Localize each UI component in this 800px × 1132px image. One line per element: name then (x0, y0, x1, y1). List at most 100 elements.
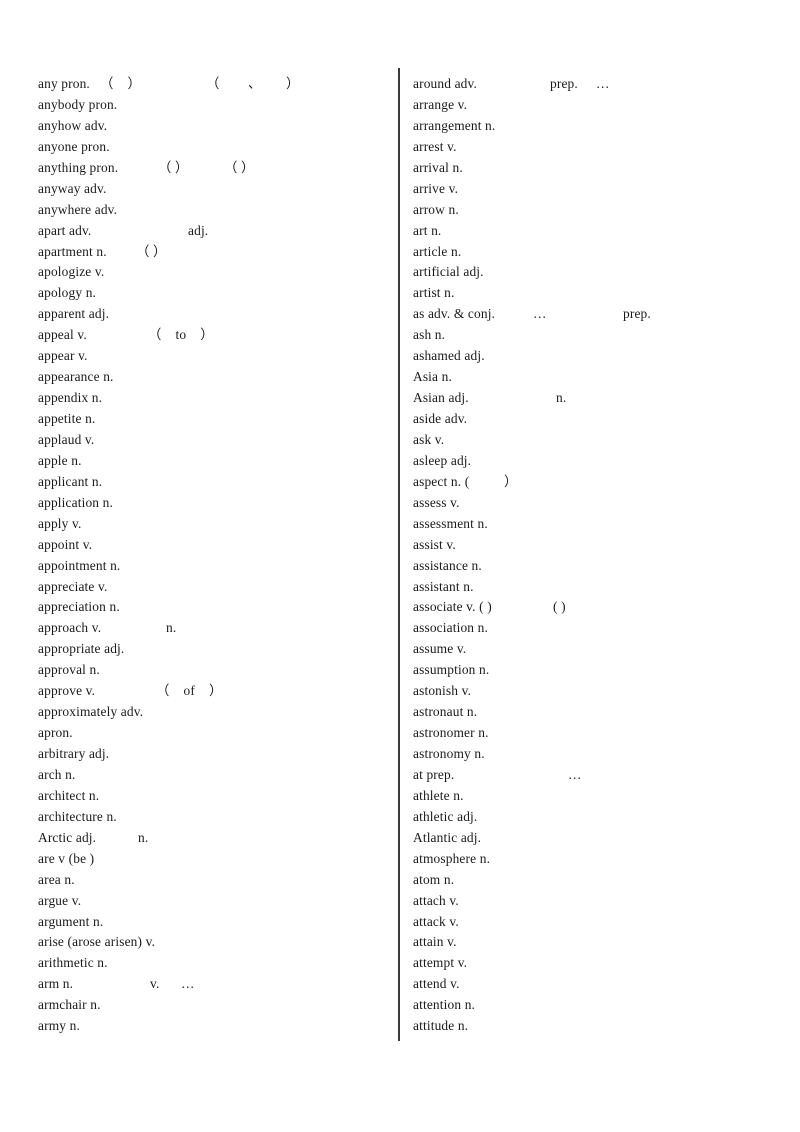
vocabulary-entry: astronaut n. (413, 702, 785, 723)
entry-headword: anybody pron. (38, 96, 118, 112)
vocabulary-entry: approximately adv. (38, 702, 390, 723)
vocabulary-entry: Asia n. (413, 367, 785, 388)
vocabulary-entry: apply v. (38, 514, 390, 535)
vocabulary-entry: any pron. （ ） （ 、 ） (38, 74, 390, 95)
vocabulary-entry: atom n. (413, 870, 785, 891)
entry-headword: appointment n. (38, 557, 121, 573)
entry-headword: Asia n. (413, 369, 452, 385)
vocabulary-entry: appreciation n. (38, 597, 390, 618)
vocabulary-entry: appendix n. (38, 388, 390, 409)
entry-headword: apartment n. (38, 243, 107, 259)
vocabulary-entry: approach v. n. (38, 618, 390, 639)
vocabulary-entry: athlete n. (413, 786, 785, 807)
entry-annotation: n. (138, 829, 149, 845)
vocabulary-entry: are v (be ) (38, 849, 390, 870)
entry-headword: approve v. (38, 683, 96, 699)
entry-headword: argument n. (38, 913, 104, 929)
vocabulary-entry: around adv. prep.… (413, 74, 785, 95)
vocabulary-entry: association n. (413, 618, 785, 639)
entry-headword: assumption n. (413, 662, 490, 678)
entry-headword: apologize v. (38, 264, 105, 280)
entry-headword: arbitrary adj. (38, 746, 110, 761)
entry-headword: appropriate adj. (38, 641, 125, 657)
entry-annotation: … (568, 766, 583, 782)
entry-headword: argue v. (38, 892, 82, 908)
entry-headword: astronomer n. (413, 725, 489, 741)
entry-annotation: n. (166, 620, 177, 636)
vocabulary-entry: astonish v. (413, 681, 785, 702)
vocabulary-entry: attach v. (413, 891, 785, 912)
vocabulary-entry: arm n. v.… (38, 974, 390, 995)
entry-headword: athletic adj. (413, 808, 478, 824)
vocabulary-entry: appointment n. (38, 556, 390, 577)
entry-annotation: （ ） (136, 243, 167, 259)
vocabulary-entry: astronomer n. (413, 723, 785, 744)
entry-headword: atom n. (413, 871, 455, 887)
vocabulary-entry: apron. (38, 723, 390, 744)
entry-headword: architecture n. (38, 808, 117, 824)
vocabulary-entry: apple n. (38, 451, 390, 472)
vocabulary-entry: art n. (413, 221, 785, 242)
word-column-right: around adv. prep. … arrange v. arrangement n… (413, 74, 785, 1037)
entry-headword: assess v. (413, 494, 460, 510)
vocabulary-entry: arrival n. (413, 158, 785, 179)
entry-headword: arch n. (38, 766, 76, 782)
entry-headword: ash n. (413, 327, 446, 343)
entry-headword: anyway adv. (38, 180, 107, 196)
entry-headword: applicant n. (38, 473, 103, 489)
entry-annotation: ） (286, 76, 300, 91)
entry-headword: appeal v. (38, 327, 87, 343)
entry-annotation: （ (206, 76, 220, 91)
vocabulary-entry: anyhow adv. (38, 116, 390, 137)
entry-headword: aspect n. ( (413, 473, 470, 489)
entry-headword: at prep. (413, 766, 455, 782)
entry-headword: arrange v. (413, 96, 468, 112)
entry-headword: attitude n. (413, 1018, 469, 1034)
vocabulary-entry: attention n. (413, 995, 785, 1016)
entry-annotation: adj. (188, 222, 209, 238)
entry-headword: arrow n. (413, 201, 459, 217)
entry-headword: apparent adj. (38, 306, 110, 322)
entry-headword: as adv. & conj. (413, 306, 496, 322)
vocabulary-entry: arithmetic n. (38, 953, 390, 974)
entry-headword: astonish v. (413, 683, 472, 699)
vocabulary-entry: apology n. (38, 283, 390, 304)
entry-headword: arrive v. (413, 180, 459, 196)
entry-headword: army n. (38, 1018, 80, 1034)
vocabulary-entry: attend v. (413, 974, 785, 995)
vocabulary-entry: appetite n. (38, 409, 390, 430)
vocabulary-entry: appreciate v. (38, 577, 390, 598)
entry-headword: architect n. (38, 787, 100, 803)
entry-headword: are v (be ) (38, 850, 95, 866)
entry-annotation: … (596, 76, 611, 91)
entry-headword: anyhow adv. (38, 117, 108, 133)
entry-annotation: … (533, 306, 548, 322)
entry-annotation: （ ） (100, 76, 142, 91)
vocabulary-entry: applicant n. (38, 472, 390, 493)
entry-headword: attach v. (413, 892, 459, 908)
entry-headword: arithmetic n. (38, 955, 108, 971)
vocabulary-entry: Atlantic adj. (413, 828, 785, 849)
entry-headword: asleep adj. (413, 452, 472, 468)
vocabulary-entry: arrest v. (413, 137, 785, 158)
entry-headword: appearance n. (38, 369, 114, 385)
vocabulary-entry: architecture n. (38, 807, 390, 828)
vocabulary-entry: arbitrary adj. (38, 744, 390, 765)
entry-headword: attempt v. (413, 955, 468, 971)
vocabulary-entry: as adv. & conj. … prep. (413, 304, 785, 325)
vocabulary-entry: arch n. (38, 765, 390, 786)
vocabulary-entry: applaud v. (38, 430, 390, 451)
entry-headword: art n. (413, 222, 442, 238)
entry-headword: appreciate v. (38, 578, 108, 594)
entry-headword: arm n. (38, 976, 74, 992)
vocabulary-entry: attitude n. (413, 1016, 785, 1037)
vocabulary-entry: appropriate adj. (38, 639, 390, 660)
vocabulary-entry: argue v. (38, 891, 390, 912)
word-column-left: any pron. （ ） （ 、 ） anybody pron. anyhow adv. a… (38, 74, 390, 1037)
vocabulary-entry: application n. (38, 493, 390, 514)
entry-headword: apart adv. (38, 222, 92, 238)
entry-headword: appear v. (38, 348, 88, 364)
entry-headword: arrival n. (413, 159, 463, 175)
entry-annotation: … (181, 976, 196, 992)
vocabulary-entry: apologize v. (38, 262, 390, 283)
